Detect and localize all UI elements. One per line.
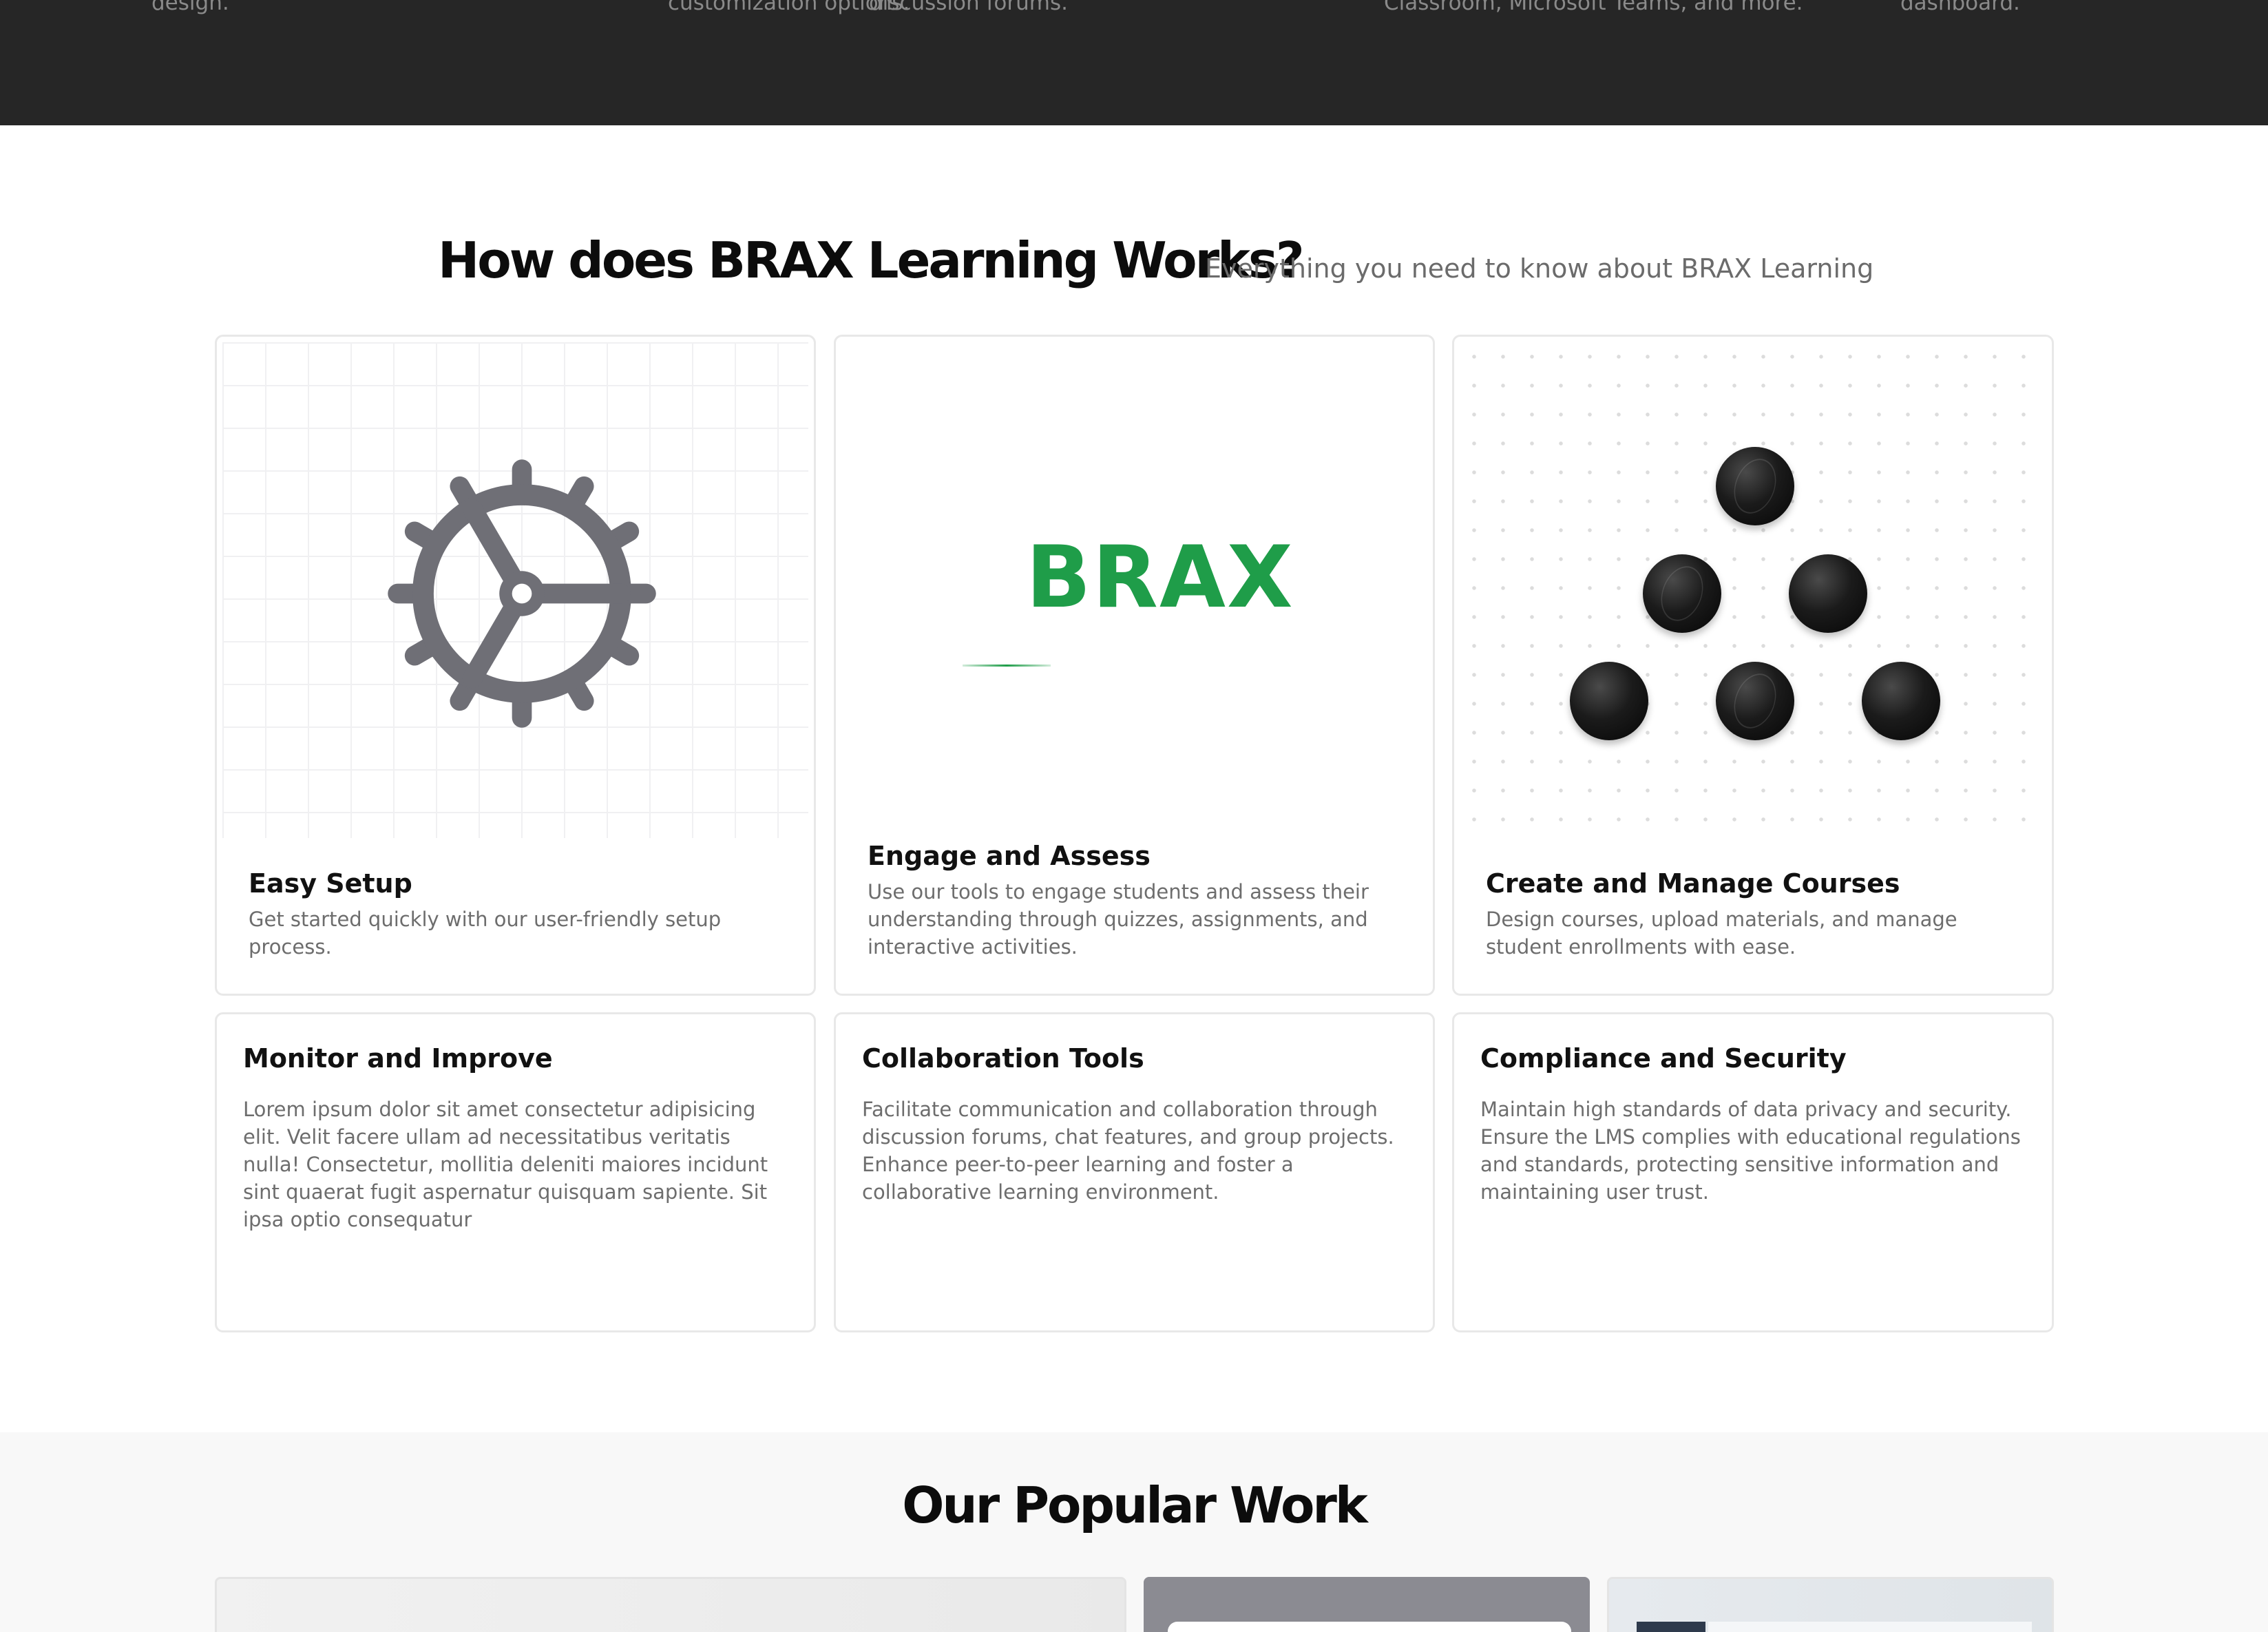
brax-logo: BRAX [1026, 528, 1294, 627]
card-title: Monitor and Improve [243, 1043, 553, 1074]
previous-section-band: design. customization options. discussio… [0, 0, 2268, 125]
section-subtitle: Everything you need to know about BRAX L… [1205, 253, 1874, 284]
gear-icon [388, 459, 656, 728]
thumbnail-sidebar [1637, 1622, 1705, 1632]
popular-work-section: Our Popular Work [0, 1432, 2268, 1632]
card-media: BRAX [841, 342, 1427, 838]
card-media [222, 342, 808, 838]
card-description: Get started quickly with our user-friend… [249, 908, 722, 959]
feature-card-monitor-improve: Monitor and Improve Lorem ipsum dolor si… [215, 1012, 816, 1332]
sphere [1716, 447, 1794, 525]
work-thumbnail[interactable] [215, 1577, 1126, 1632]
card-description: Maintain high standards of data privacy … [1480, 1098, 2021, 1204]
feature-text-fragment: dashboard. [1900, 0, 2020, 15]
card-description: Lorem ipsum dolor sit amet consectetur a… [243, 1098, 768, 1231]
sphere [1789, 554, 1867, 633]
card-description: Use our tools to engage students and ass… [868, 880, 1369, 959]
feature-card-collaboration-tools: Collaboration Tools Facilitate communica… [834, 1012, 1435, 1332]
feature-text-fragment: Classroom, Microsoft Teams, and more. [1384, 0, 1803, 15]
feature-card-easy-setup: Easy Setup Get started quickly with our … [215, 335, 816, 996]
thumbnail-panel [1168, 1622, 1571, 1632]
how-it-works-header: How does BRAX Learning Works? Everything… [0, 227, 2268, 303]
sphere [1716, 662, 1794, 740]
card-description: Facilitate communication and collaborati… [862, 1098, 1394, 1204]
card-title: Engage and Assess [868, 841, 1151, 871]
feature-text-fragment: discussion forums. [869, 0, 1068, 15]
card-title: Compliance and Security [1480, 1043, 1847, 1074]
card-title: Create and Manage Courses [1486, 868, 1900, 899]
sphere [1643, 554, 1721, 633]
section-title: How does BRAX Learning Works? [438, 231, 1305, 289]
section-title: Our Popular Work [902, 1476, 1368, 1534]
sphere [1570, 662, 1648, 740]
logo-underline [963, 665, 1051, 667]
card-title: Easy Setup [249, 868, 412, 899]
card-media [1460, 342, 2046, 838]
card-description: Design courses, upload materials, and ma… [1486, 908, 1957, 959]
card-title: Collaboration Tools [862, 1043, 1144, 1074]
work-thumbnail[interactable] [1144, 1577, 1590, 1632]
feature-card-create-manage: Create and Manage Courses Design courses… [1452, 335, 2054, 996]
feature-text-fragment: design. [151, 0, 229, 15]
work-thumbnail[interactable] [1607, 1577, 2054, 1632]
feature-card-engage-assess: BRAX Engage and Assess Use our tools to … [834, 335, 1435, 996]
sphere [1862, 662, 1940, 740]
feature-card-compliance-security: Compliance and Security Maintain high st… [1452, 1012, 2054, 1332]
thumbnail-content [1708, 1622, 2032, 1632]
